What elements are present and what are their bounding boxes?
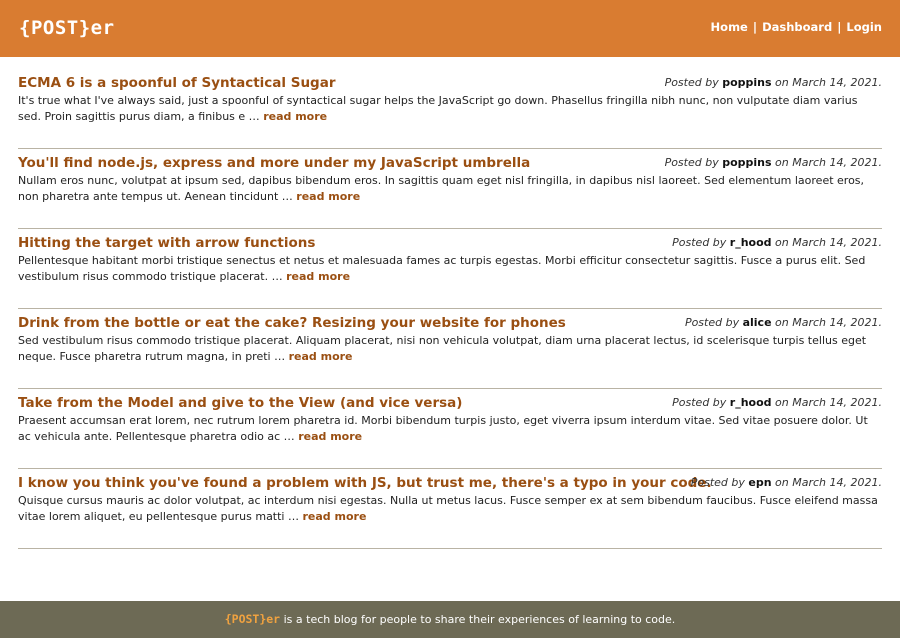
post-date: on March 14, 2021. (775, 156, 882, 169)
nav-login-link[interactable]: Login (846, 20, 882, 34)
post-excerpt-text: Praesent accumsan erat lorem, nec rutrum… (18, 414, 868, 443)
post-author[interactable]: epn (748, 476, 771, 489)
post-meta: Posted by epn on March 14, 2021. (691, 474, 882, 492)
site-logo[interactable]: {POST}er (19, 16, 115, 40)
post-excerpt-text: Pellentesque habitant morbi tristique se… (18, 254, 866, 283)
posted-by-label: Posted by (690, 476, 745, 489)
post-meta: Posted by r_hood on March 14, 2021. (672, 394, 882, 412)
post-date: on March 14, 2021. (775, 76, 882, 89)
read-more-link[interactable]: read more (298, 430, 362, 443)
post-author[interactable]: alice (743, 316, 772, 329)
post-date: on March 14, 2021. (775, 236, 882, 249)
post-item: Take from the Model and give to the View… (18, 390, 882, 469)
post-date: on March 14, 2021. (775, 396, 882, 409)
post-item: Drink from the bottle or eat the cake? R… (18, 310, 882, 389)
post-author[interactable]: poppins (722, 156, 771, 169)
post-author[interactable]: r_hood (730, 396, 772, 409)
post-excerpt-text: Nullam eros nunc, volutpat at ipsum sed,… (18, 174, 865, 203)
post-excerpt: Pellentesque habitant morbi tristique se… (18, 253, 882, 285)
post-date: on March 14, 2021. (775, 476, 882, 489)
footer-logo: {POST}er (224, 612, 281, 626)
nav-separator: | (837, 20, 842, 34)
post-item: You'll find node.js, express and more un… (18, 150, 882, 229)
post-excerpt-text: Sed vestibulum risus commodo tristique p… (18, 334, 867, 363)
posted-by-label: Posted by (664, 156, 719, 169)
read-more-link[interactable]: read more (263, 110, 327, 123)
nav-dashboard-link[interactable]: Dashboard (762, 20, 832, 34)
post-excerpt: Praesent accumsan erat lorem, nec rutrum… (18, 413, 882, 445)
footer-text: is a tech blog for people to share their… (283, 613, 676, 626)
post-date: on March 14, 2021. (775, 316, 882, 329)
post-item: ECMA 6 is a spoonful of Syntactical Suga… (18, 70, 882, 149)
post-item: I know you think you've found a problem … (18, 470, 882, 549)
post-list: ECMA 6 is a spoonful of Syntactical Suga… (18, 70, 882, 549)
post-meta: Posted by alice on March 14, 2021. (685, 314, 882, 332)
read-more-link[interactable]: read more (296, 190, 360, 203)
read-more-link[interactable]: read more (286, 270, 350, 283)
post-meta: Posted by poppins on March 14, 2021. (665, 74, 882, 92)
post-excerpt: Quisque cursus mauris ac dolor volutpat,… (18, 493, 882, 525)
posted-by-label: Posted by (684, 316, 740, 329)
posted-by-label: Posted by (664, 76, 719, 89)
post-author[interactable]: r_hood (730, 236, 772, 249)
post-excerpt: Sed vestibulum risus commodo tristique p… (18, 333, 882, 365)
posted-by-label: Posted by (672, 396, 727, 409)
post-excerpt-text: Quisque cursus mauris ac dolor volutpat,… (18, 494, 878, 523)
post-item: Hitting the target with arrow functions … (18, 230, 882, 309)
read-more-link[interactable]: read more (303, 510, 367, 523)
post-meta: Posted by r_hood on March 14, 2021. (672, 234, 882, 252)
nav-home-link[interactable]: Home (711, 20, 748, 34)
post-excerpt: Nullam eros nunc, volutpat at ipsum sed,… (18, 173, 882, 205)
post-excerpt: It's true what I've always said, just a … (18, 93, 882, 125)
posted-by-label: Posted by (672, 236, 727, 249)
read-more-link[interactable]: read more (289, 350, 353, 363)
nav-separator: | (752, 20, 758, 34)
post-excerpt-text: It's true what I've always said, just a … (18, 94, 858, 123)
post-meta: Posted by poppins on March 14, 2021. (665, 154, 882, 172)
site-header: {POST}er Home | Dashboard | Login (0, 0, 900, 57)
site-footer: {POST}er is a tech blog for people to sh… (0, 601, 900, 638)
post-author[interactable]: poppins (722, 76, 771, 89)
main-nav: Home | Dashboard | Login (711, 19, 882, 35)
